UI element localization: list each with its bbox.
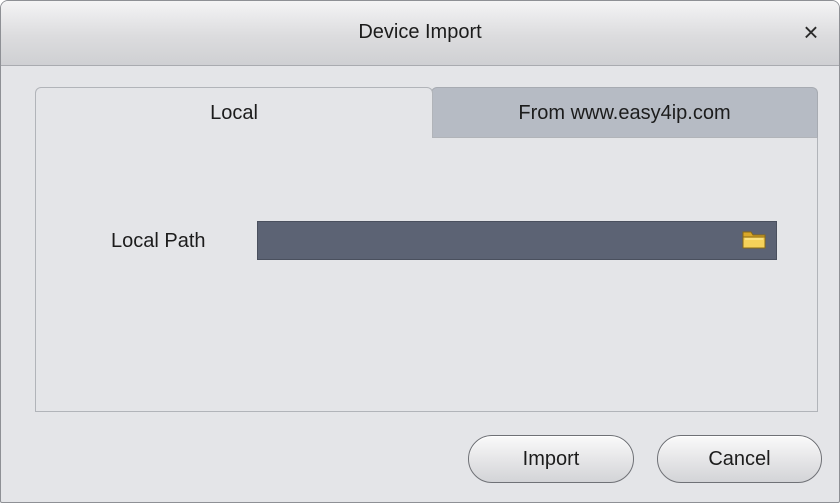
tab-local[interactable]: Local (35, 87, 433, 138)
title-bar[interactable]: Device Import × (1, 1, 839, 66)
local-path-label: Local Path (111, 230, 206, 252)
tab-panel-local (35, 137, 818, 412)
folder-icon (742, 231, 766, 249)
tab-from-easy4ip[interactable]: From www.easy4ip.com (431, 87, 818, 138)
close-icon: × (803, 17, 819, 47)
import-button[interactable]: Import (468, 435, 634, 483)
tab-from-easy4ip-label: From www.easy4ip.com (518, 102, 731, 124)
device-import-dialog: Device Import × Local From www.easy4ip.c… (0, 0, 840, 503)
tab-local-label: Local (210, 102, 258, 124)
browse-folder-button[interactable] (741, 227, 767, 251)
cancel-button-label: Cancel (708, 448, 771, 470)
import-button-label: Import (522, 448, 580, 470)
local-path-input[interactable] (257, 221, 777, 260)
close-button[interactable]: × (797, 18, 825, 46)
cancel-button[interactable]: Cancel (657, 435, 822, 483)
dialog-title: Device Import (358, 21, 482, 43)
